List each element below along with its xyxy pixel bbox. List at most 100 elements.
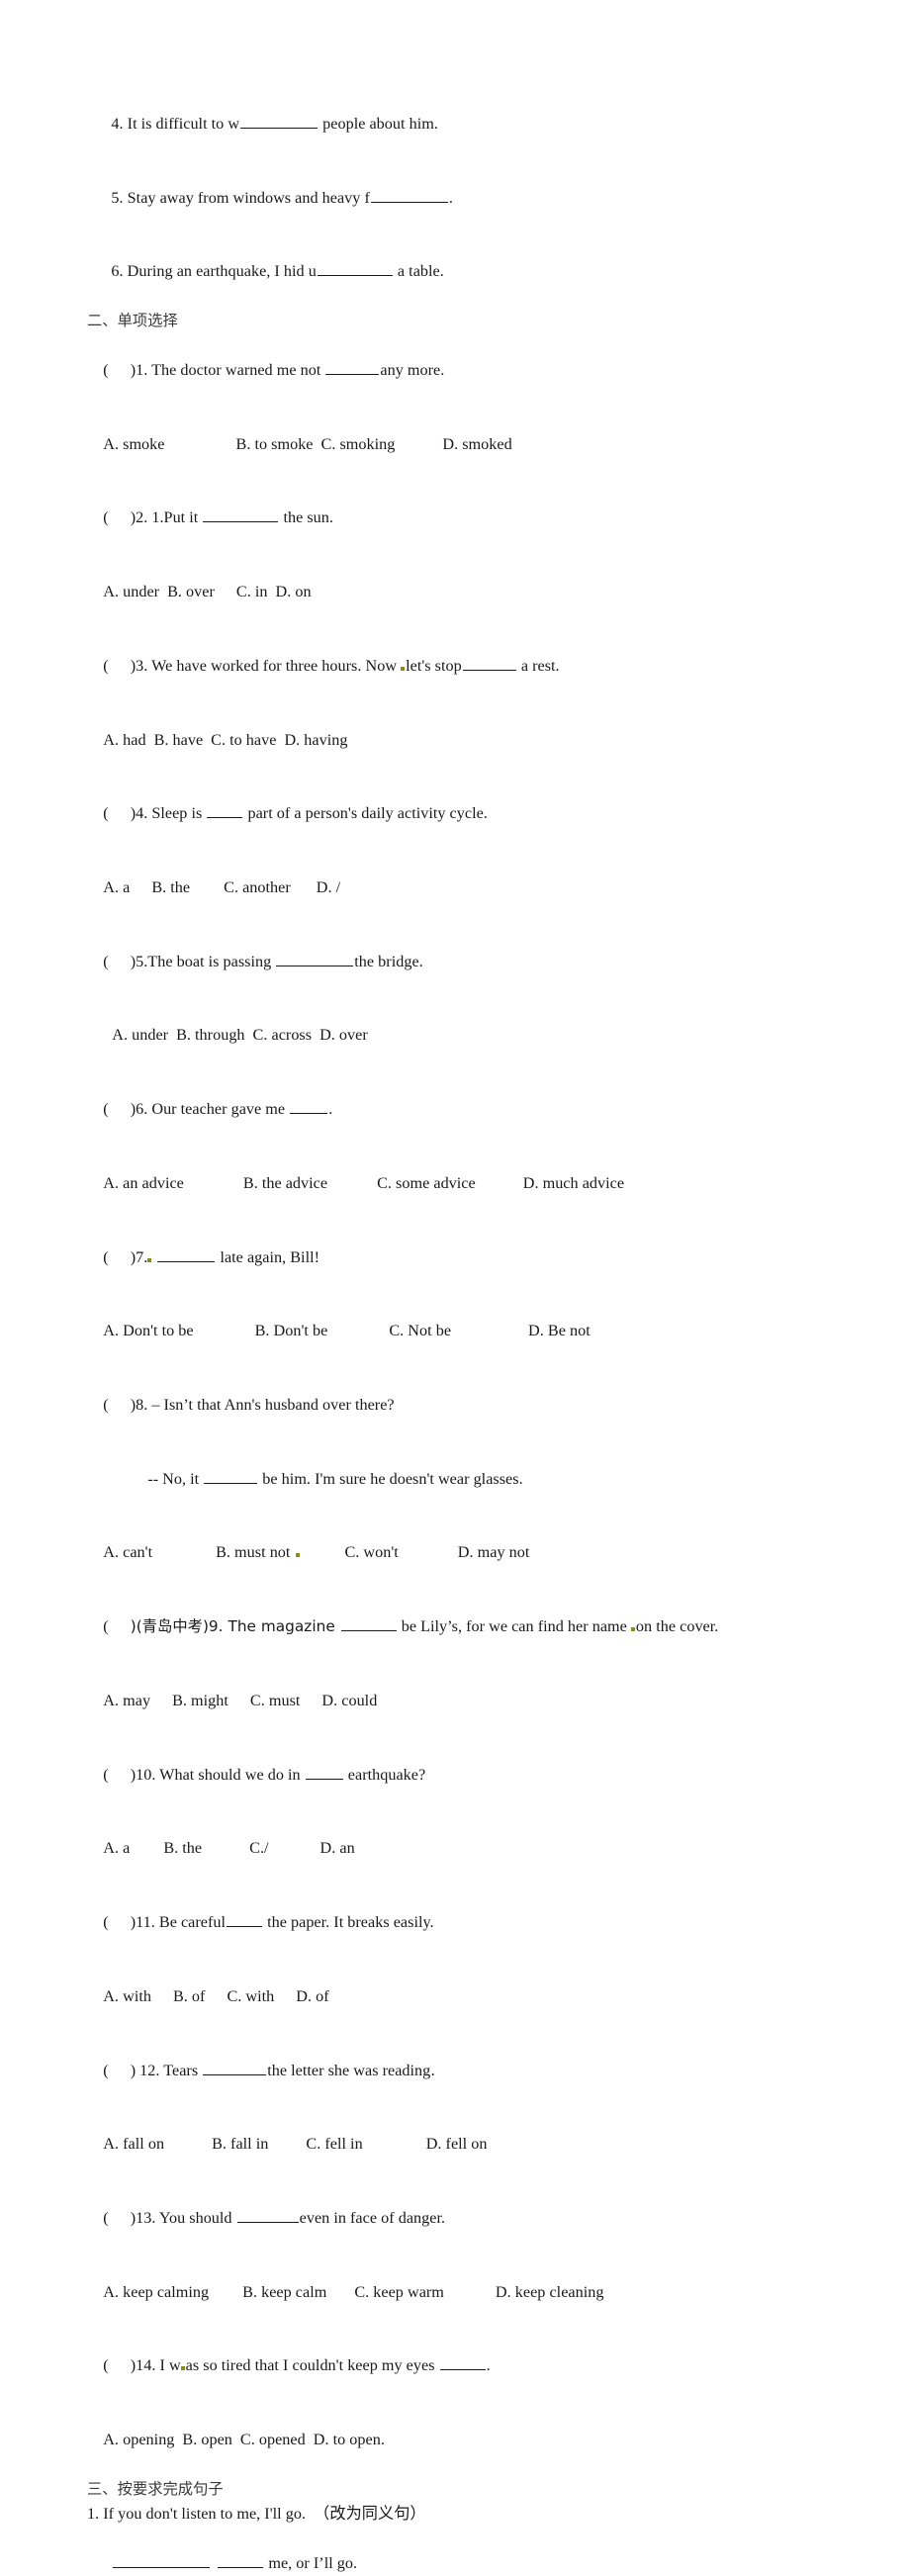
answer-blank[interactable] [207, 802, 243, 819]
mc-option-b[interactable]: B. the [163, 1839, 202, 1857]
mc-option-a[interactable]: A. can't [103, 1543, 152, 1561]
question-text-tail: the bridge. [354, 952, 423, 970]
answer-blank[interactable] [227, 1911, 263, 1928]
answer-blank[interactable] [203, 507, 279, 523]
answer-blank[interactable] [325, 359, 380, 375]
mc-option-d[interactable]: D. having [284, 731, 347, 749]
mc-option-a[interactable]: A. had [103, 731, 145, 749]
mc-question-stem: ()5.The boat is passing the bridge. [87, 925, 870, 999]
answer-blank[interactable] [462, 655, 516, 671]
mc-option-c[interactable]: C. Not be [389, 1322, 451, 1339]
mc-option-b[interactable]: B. the advice [243, 1174, 327, 1192]
choice-paren-open[interactable]: ( [103, 1396, 108, 1414]
mc-option-a[interactable]: A. with [103, 1987, 151, 2005]
mc-option-a[interactable]: A. a [103, 878, 130, 896]
mc-option-a[interactable]: A. opening [103, 2431, 174, 2448]
mc-option-d[interactable]: D. / [317, 878, 340, 896]
mc-option-a[interactable]: A. under [103, 583, 159, 600]
question-text-tail: . [328, 1100, 333, 1119]
choice-paren-open[interactable]: ( [103, 2062, 108, 2079]
mc-option-b[interactable]: B. must not [216, 1543, 290, 1561]
mc-option-a[interactable]: A. fall on [103, 2135, 164, 2153]
mc-option-b[interactable]: B. keep calm [242, 2283, 326, 2301]
mc-option-c[interactable]: C. some advice [377, 1174, 476, 1192]
mc-option-a[interactable]: A. under [112, 1026, 168, 1044]
mc-options-row: A. a B. the C./ D. an [87, 1811, 870, 1886]
mc-option-c[interactable]: C. to have [211, 731, 276, 749]
mc-option-d[interactable]: D. smoked [442, 435, 511, 453]
mc-option-a[interactable]: A. Don't to be [103, 1322, 193, 1339]
answer-blank[interactable] [218, 2552, 264, 2568]
mc-option-a[interactable]: A. a [103, 1839, 130, 1857]
mc-option-c[interactable]: C. opened [240, 2431, 306, 2448]
mc-option-c[interactable]: C. in [236, 583, 268, 600]
mc-option-d[interactable]: D. of [296, 1987, 328, 2005]
mc-option-a[interactable]: A. keep calming [103, 2283, 209, 2301]
mc-option-b[interactable]: B. open [182, 2431, 232, 2448]
mc-option-d[interactable]: D. could [321, 1692, 377, 1709]
question-text-tail: earthquake? [343, 1765, 426, 1784]
choice-paren-open[interactable]: ( [103, 361, 108, 379]
mc-option-b[interactable]: B. have [154, 731, 204, 749]
choice-paren-open[interactable]: ( [103, 804, 108, 822]
section-two-heading: 二、单项选择 [87, 312, 178, 330]
mc-option-c[interactable]: C. won't [344, 1543, 398, 1561]
mc-option-c[interactable]: C. with [227, 1987, 274, 2005]
mc-option-d[interactable]: D. keep cleaning [496, 2283, 604, 2301]
mc-option-b[interactable]: B. through [176, 1026, 244, 1044]
mc-option-c[interactable]: C. across [253, 1026, 313, 1044]
choice-paren-open[interactable]: ( [103, 953, 108, 970]
answer-blank[interactable] [439, 2354, 486, 2371]
answer-blank[interactable] [203, 2060, 267, 2075]
mc-option-c[interactable]: C./ [249, 1839, 268, 1857]
answer-blank[interactable] [276, 951, 354, 966]
answer-blank[interactable] [370, 187, 448, 203]
answer-blank[interactable] [113, 2552, 211, 2568]
answer-blank[interactable] [290, 1098, 328, 1115]
answer-blank[interactable] [340, 1615, 397, 1632]
mc-options-row: A. may B. might C. must D. could [87, 1664, 870, 1738]
mc-option-b[interactable]: B. to smoke [236, 435, 314, 453]
answer-blank[interactable] [317, 260, 393, 277]
mc-option-c[interactable]: C. another [224, 878, 291, 896]
choice-paren-open[interactable]: ( [103, 1913, 108, 1931]
mc-option-b[interactable]: B. the [151, 878, 190, 896]
answer-blank[interactable] [204, 1468, 258, 1484]
choice-paren-open[interactable]: ( [103, 1100, 108, 1118]
mc-option-b[interactable]: B. fall in [212, 2135, 268, 2153]
choice-paren-open[interactable]: ( [103, 508, 108, 526]
answer-blank[interactable] [305, 1764, 343, 1780]
mc-option-d[interactable]: D. may not [458, 1543, 530, 1561]
mc-option-c[interactable]: C. keep warm [354, 2283, 444, 2301]
mc-option-a[interactable]: A. smoke [103, 435, 164, 453]
mc-option-b[interactable]: B. might [172, 1692, 228, 1709]
answer-blank[interactable] [240, 113, 318, 129]
mc-option-b[interactable]: B. Don't be [255, 1322, 328, 1339]
mc-option-c[interactable]: C. smoking [321, 435, 396, 453]
mc-option-b[interactable]: B. over [167, 583, 215, 600]
choice-paren-open[interactable]: ( [103, 2356, 108, 2374]
fill-blank-group: 4. It is difficult to w people about him… [87, 87, 870, 309]
choice-paren-open[interactable]: ( [103, 1617, 108, 1635]
answer-blank[interactable] [236, 2207, 299, 2223]
choice-paren-open[interactable]: ( [103, 2209, 108, 2227]
choice-paren-open[interactable]: ( [103, 657, 108, 675]
mc-option-b[interactable]: B. of [173, 1987, 205, 2005]
answer-blank[interactable] [157, 1246, 216, 1262]
mc-option-d[interactable]: D. Be not [528, 1322, 591, 1339]
fill-blank-item: 6. During an earthquake, I hid u a table… [87, 234, 870, 309]
ink-artifact [180, 2366, 185, 2371]
mc-option-d[interactable]: D. on [275, 583, 311, 600]
choice-paren-open[interactable]: ( [103, 1766, 108, 1784]
mc-option-c[interactable]: C. must [250, 1692, 301, 1709]
mc-option-c[interactable]: C. fell in [306, 2135, 362, 2153]
mc-option-d[interactable]: D. fell on [426, 2135, 488, 2153]
mc-option-a[interactable]: A. an advice [103, 1174, 184, 1192]
mc-option-d[interactable]: D. much advice [523, 1174, 624, 1192]
mc-option-d[interactable]: D. an [320, 1839, 355, 1857]
item-text-before: It is difficult to w [123, 114, 240, 133]
mc-option-d[interactable]: D. over [319, 1026, 368, 1044]
mc-option-a[interactable]: A. may [103, 1692, 150, 1709]
choice-paren-open[interactable]: ( [103, 1248, 108, 1266]
mc-option-d[interactable]: D. to open. [314, 2431, 385, 2448]
